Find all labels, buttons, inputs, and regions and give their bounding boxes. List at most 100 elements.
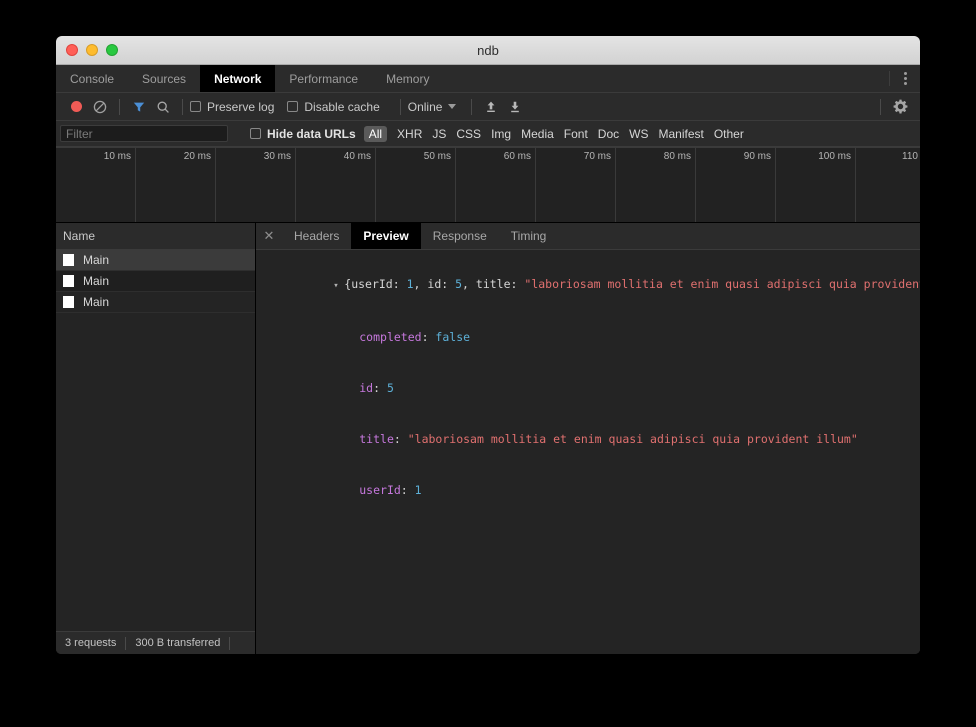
tab-console[interactable]: Console	[56, 65, 128, 92]
timeline-tick-label: 20 ms	[183, 151, 211, 162]
tab-network[interactable]: Network	[200, 65, 276, 92]
json-colon: :	[373, 381, 387, 395]
toolbar-divider-5	[880, 98, 881, 115]
status-divider	[229, 636, 231, 650]
toolbar-divider-4	[471, 98, 473, 115]
minimize-window-button[interactable]	[86, 44, 98, 56]
request-name: Main	[83, 274, 110, 288]
network-timeline-overview[interactable]: 10 ms 20 ms 30 ms 40 ms 50 ms 60 ms 70 m…	[56, 147, 920, 223]
json-summary-sep: :	[392, 277, 407, 291]
filter-type-js[interactable]: JS	[432, 127, 446, 141]
filter-funnel-icon[interactable]	[127, 96, 151, 118]
json-summary-after: ,	[462, 277, 476, 291]
tab-preview[interactable]: Preview	[351, 223, 421, 249]
record-circle-icon[interactable]	[64, 96, 88, 118]
timeline-tick-label: 70 ms	[583, 151, 611, 162]
hide-data-urls-checkbox-box[interactable]	[250, 128, 261, 139]
json-summary-key: title	[475, 277, 511, 291]
network-toolbar: Preserve log Disable cache Online	[56, 93, 920, 121]
filter-type-xhr[interactable]: XHR	[397, 127, 422, 141]
preserve-log-label: Preserve log	[207, 99, 275, 114]
tab-performance[interactable]: Performance	[275, 65, 372, 92]
chevron-down-icon[interactable]	[448, 104, 457, 109]
network-main-split: Name Main Main Main 3 requests 300 B tra…	[56, 223, 920, 654]
timeline-tick-label: 90 ms	[743, 151, 771, 162]
filter-type-font[interactable]: Font	[564, 127, 588, 141]
json-root-summary[interactable]: ▾ {userId: 1, id: 5, title: "laboriosam m…	[264, 259, 920, 312]
timeline-tick-label: 110	[902, 151, 918, 162]
json-summary-key: userId	[351, 277, 393, 291]
filter-type-img[interactable]: Img	[491, 127, 511, 141]
json-preview-viewer[interactable]: ▾ {userId: 1, id: 5, title: "laboriosam m…	[256, 250, 920, 654]
throttle-select-value[interactable]: Online	[408, 100, 443, 114]
json-summary-key: id	[427, 277, 442, 291]
document-icon	[63, 254, 74, 266]
preserve-log-checkbox[interactable]: Preserve log	[190, 100, 274, 114]
close-window-button[interactable]	[66, 44, 78, 56]
json-colon: :	[421, 330, 436, 344]
json-property-row[interactable]: title: "laboriosam mollitia et enim quas…	[264, 414, 920, 465]
document-icon	[63, 275, 74, 287]
disable-cache-checkbox-box[interactable]	[287, 101, 299, 112]
table-row[interactable]: Main	[56, 250, 255, 271]
json-property-value: 1	[414, 483, 422, 497]
timeline-tick-label: 80 ms	[663, 151, 691, 162]
disable-cache-label: Disable cache	[304, 99, 380, 114]
download-arrow-icon[interactable]	[503, 96, 527, 118]
three-dots-vertical-icon[interactable]	[890, 65, 920, 92]
json-property-value: 5	[386, 381, 394, 395]
app-window: ndb Console Sources Network Performance …	[56, 36, 920, 654]
filter-type-other[interactable]: Other	[714, 127, 744, 141]
json-property-row[interactable]: userId: 1	[264, 465, 920, 516]
close-x-icon[interactable]: ✕	[256, 223, 282, 249]
json-property-row[interactable]: id: 5	[264, 363, 920, 414]
json-property-key: id	[359, 381, 374, 395]
filter-type-manifest[interactable]: Manifest	[658, 127, 703, 141]
json-property-value: "laboriosam mollitia et enim quasi adipi…	[407, 432, 858, 446]
window-controls	[56, 44, 118, 56]
filter-type-doc[interactable]: Doc	[598, 127, 619, 141]
zoom-window-button[interactable]	[106, 44, 118, 56]
requests-list: Main Main Main	[56, 250, 255, 631]
json-property-key: userId	[359, 483, 401, 497]
toolbar-divider-2	[182, 98, 183, 115]
request-detail-panel: ✕ Headers Preview Response Timing ▾ {user…	[256, 223, 920, 654]
json-property-row[interactable]: completed: false	[264, 312, 920, 363]
toolbar-divider-3	[399, 98, 401, 115]
gear-icon[interactable]	[888, 96, 912, 118]
document-icon	[63, 296, 74, 308]
disable-cache-checkbox[interactable]: Disable cache	[287, 99, 380, 114]
disclosure-triangle-icon[interactable]: ▾	[333, 278, 344, 295]
json-summary-value: "laboriosam mollitia et enim quasi adipi…	[524, 277, 920, 291]
filter-type-ws[interactable]: WS	[629, 127, 648, 141]
filter-input[interactable]	[60, 125, 228, 142]
tab-response[interactable]: Response	[421, 223, 499, 249]
requests-column-header[interactable]: Name	[56, 223, 255, 250]
upload-arrow-icon[interactable]	[479, 96, 503, 118]
table-row[interactable]: Main	[56, 292, 255, 313]
table-row[interactable]: Main	[56, 271, 255, 292]
devtools-tabstrip: Console Sources Network Performance Memo…	[56, 65, 920, 93]
tab-memory[interactable]: Memory	[372, 65, 443, 92]
hide-data-urls-checkbox[interactable]: Hide data URLs	[250, 127, 356, 141]
filter-type-media[interactable]: Media	[521, 127, 554, 141]
filter-type-all[interactable]: All	[363, 125, 388, 142]
search-magnifier-icon[interactable]	[151, 96, 175, 118]
json-property-key: completed	[359, 330, 422, 344]
preserve-log-checkbox-box[interactable]	[190, 101, 201, 112]
tab-timing[interactable]: Timing	[499, 223, 559, 249]
window-title: ndb	[477, 42, 499, 58]
request-count: 3 requests	[65, 637, 117, 649]
clear-circle-slash-icon[interactable]	[88, 96, 112, 118]
json-summary-sep: :	[510, 277, 525, 291]
request-name: Main	[83, 295, 110, 309]
filter-type-css[interactable]: CSS	[456, 127, 481, 141]
tab-headers[interactable]: Headers	[282, 223, 351, 249]
timeline-tick-label: 50 ms	[423, 151, 451, 162]
json-colon: :	[393, 432, 408, 446]
requests-panel: Name Main Main Main 3 requests 300 B tra…	[56, 223, 256, 654]
tab-sources[interactable]: Sources	[128, 65, 200, 92]
timeline-tick-label: 100 ms	[818, 151, 851, 162]
json-summary-after: ,	[413, 277, 428, 291]
json-property-value: false	[435, 330, 471, 344]
